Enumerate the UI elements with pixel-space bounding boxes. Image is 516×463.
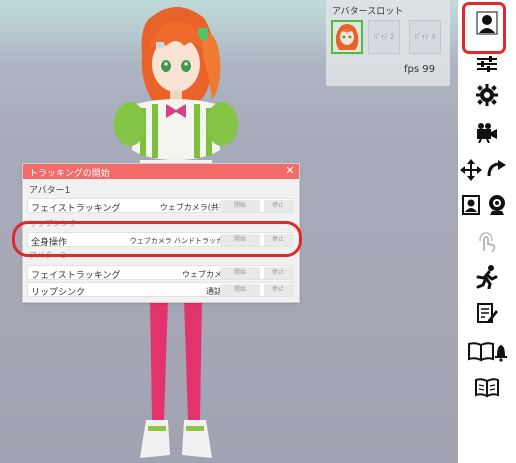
stop-button[interactable]: 停止 [264,267,292,279]
dialog-title: トラッキングの開始 [29,169,110,179]
row-lipsync-2: リップシンク 通話音 開始 停止 [27,282,293,298]
rotate-icon[interactable] [484,155,510,185]
stop-button[interactable]: 停止 [264,284,292,296]
fps-counter: fps 99 [404,64,435,75]
stop-button[interactable]: 停止 [264,200,292,212]
book-icon[interactable] [467,372,507,402]
book-bell-icon[interactable] [467,336,507,366]
right-toolbar [458,0,516,463]
camera-icon[interactable] [467,118,507,148]
close-icon[interactable]: ✕ [284,165,296,177]
dialog-header: トラッキングの開始 ✕ [23,164,299,179]
portrait-icon[interactable] [458,190,484,220]
row-label: フェイストラッキング [31,271,121,281]
pose-icon[interactable] [467,262,507,292]
avatar-slot-3[interactable]: ﾊﾟｲﾃ 3 [409,20,441,54]
avatar-slot-1[interactable] [331,20,363,54]
avatar-slot-2[interactable]: ﾊﾟｲﾃ 2 [368,20,400,54]
webcam-icon[interactable] [484,190,510,220]
start-button[interactable]: 開始 [220,267,260,279]
section-avatar-1: アバター1 [29,186,71,196]
start-button[interactable]: 開始 [220,284,260,296]
avatar-tool-highlight [462,2,506,54]
avatar-thumbnail [333,22,361,52]
row-face-tracking-2: フェイストラッキング ウェブカメラ 開始 停止 [27,265,293,281]
start-button[interactable]: 開始 [220,200,260,212]
row-label: フェイストラッキング [31,204,121,214]
full-body-row-highlight [12,221,302,257]
move-icon[interactable] [458,155,484,185]
note-icon[interactable] [467,298,507,328]
row-label: リップシンク [31,288,86,298]
gear-icon[interactable] [467,80,507,110]
avatar-slot-title: アバタースロット [332,7,404,17]
row-face-tracking-1: フェイストラッキング ウェブカメラ(共有) 開始 停止 [27,198,293,214]
touch-icon[interactable] [467,227,507,257]
